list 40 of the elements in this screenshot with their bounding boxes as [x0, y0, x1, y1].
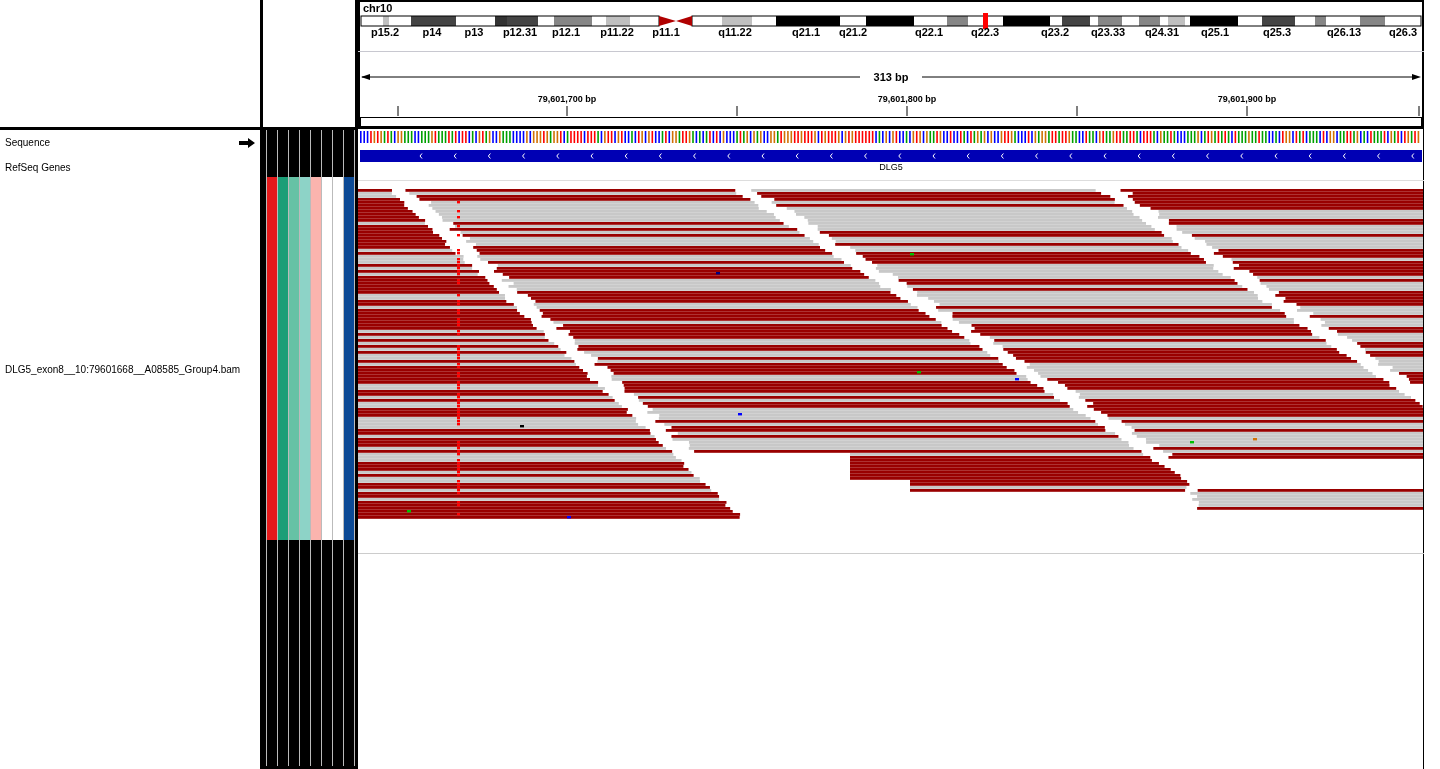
position-tick-label: 79,601,900 bp: [1217, 94, 1277, 104]
band-label: q21.1: [791, 26, 821, 38]
gene-name: DLG5: [879, 162, 903, 172]
position-tick-label: 79,601,800 bp: [877, 94, 937, 104]
position-tick-label: 79,601,700 bp: [537, 94, 597, 104]
attribute-swatch[interactable]: [278, 177, 288, 540]
chromosome-name: chr10: [363, 2, 393, 14]
attribute-swatch[interactable]: [322, 177, 332, 540]
band-label: q26.3: [1388, 26, 1418, 38]
band-label: p12.1: [551, 26, 581, 38]
attribute-swatch[interactable]: [333, 177, 343, 540]
track-name[interactable]: Sequence: [0, 135, 51, 150]
track-name[interactable]: DLG5_exon8__10:79601668__A08585_Group4.bam: [0, 362, 241, 377]
gene-feature-drawing[interactable]: [360, 150, 1422, 162]
span-length-label: 313 bp: [873, 71, 909, 83]
attribute-swatch[interactable]: [300, 177, 310, 540]
band-label: p11.1: [652, 26, 680, 38]
read-alignment-drawing[interactable]: [358, 189, 1423, 519]
band-label: q25.3: [1262, 26, 1292, 38]
band-label: p14: [422, 26, 442, 38]
attribute-swatch[interactable]: [311, 177, 321, 540]
band-label: p15.2: [370, 26, 400, 38]
band-label: p13: [464, 26, 484, 38]
band-label: q23.33: [1090, 26, 1126, 38]
band-label: q24.31: [1144, 26, 1180, 38]
band-label: q26.13: [1326, 26, 1362, 38]
strand-arrow-icon[interactable]: [239, 137, 255, 148]
band-label: q22.3: [970, 26, 1000, 38]
band-label: q21.2: [838, 26, 868, 38]
band-label: q22.1: [914, 26, 944, 38]
track-name[interactable]: RefSeq Genes: [0, 160, 71, 175]
band-label: q25.1: [1200, 26, 1230, 38]
attribute-swatch[interactable]: [344, 177, 354, 540]
band-label: p11.22: [600, 26, 634, 38]
attribute-swatch[interactable]: [289, 177, 299, 540]
band-label: p12.31: [502, 26, 538, 38]
attribute-swatch[interactable]: [267, 177, 277, 540]
band-label: q23.2: [1040, 26, 1070, 38]
band-label: q11.22: [718, 26, 752, 38]
chromosome-ideogram-drawing[interactable]: [360, 13, 1422, 29]
